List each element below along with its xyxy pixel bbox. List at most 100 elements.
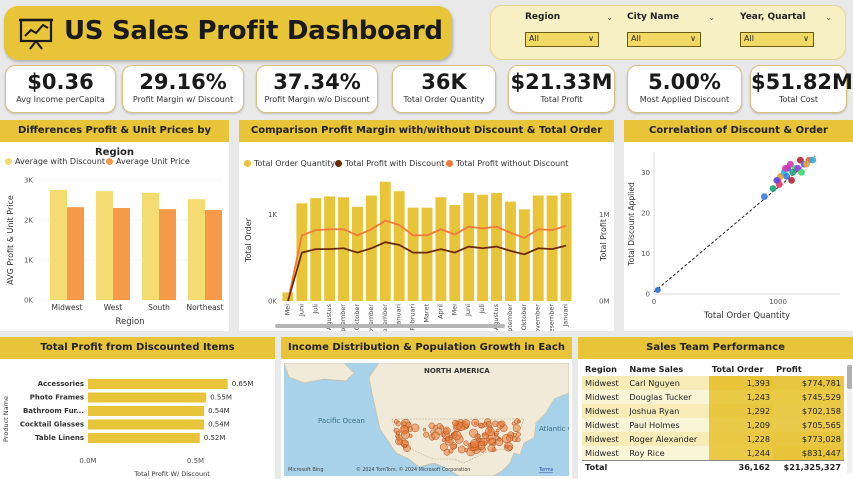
income-population-map[interactable]: NORTH AMERICA Pacific Ocean Atlantic Oce… bbox=[284, 363, 569, 476]
bar-avg-with-discount[interactable] bbox=[50, 190, 67, 300]
panel-title: Differences Profit & Unit Prices by Regi… bbox=[0, 120, 229, 158]
scatter-point[interactable] bbox=[798, 168, 805, 176]
city-marker[interactable] bbox=[423, 431, 430, 438]
map-terms-link[interactable]: Terms bbox=[538, 467, 554, 473]
city-marker[interactable] bbox=[476, 434, 481, 439]
table-row[interactable]: Midwest Roger Alexander 1,228 $773,028 bbox=[582, 432, 844, 446]
bar-discounted-profit[interactable] bbox=[88, 392, 207, 403]
city-marker[interactable] bbox=[461, 419, 471, 428]
city-marker[interactable] bbox=[495, 438, 504, 447]
scatter-point[interactable] bbox=[654, 286, 661, 293]
city-marker[interactable] bbox=[395, 431, 400, 436]
table-row[interactable]: Midwest Paul Holmes 1,209 $705,565 bbox=[582, 418, 844, 432]
city-marker[interactable] bbox=[470, 439, 479, 448]
city-marker[interactable] bbox=[395, 437, 404, 446]
table-row[interactable]: Midwest Douglas Tucker 1,243 $745,529 bbox=[582, 390, 844, 404]
city-marker[interactable] bbox=[499, 420, 506, 427]
city-marker[interactable] bbox=[401, 430, 410, 440]
table-row[interactable]: Midwest Joshua Ryan 1,292 $702,158 bbox=[582, 404, 844, 418]
category-label: Cocktail Glasses bbox=[20, 421, 84, 429]
city-marker[interactable] bbox=[451, 443, 457, 449]
scatter-point[interactable] bbox=[773, 177, 781, 184]
table-cell: Joshua Ryan bbox=[629, 406, 680, 416]
scatter-point[interactable] bbox=[760, 193, 768, 201]
horizontal-scrollbar[interactable] bbox=[275, 324, 505, 328]
city-marker[interactable] bbox=[442, 426, 451, 435]
map-attribution: © 2024 TomTom, © 2024 Microsoft Corporat… bbox=[356, 466, 470, 473]
city-marker[interactable] bbox=[431, 431, 440, 440]
y-tick-label: 20 bbox=[641, 209, 650, 217]
bar-avg-unit-price[interactable] bbox=[67, 207, 84, 300]
trend-line bbox=[653, 155, 816, 293]
year-quartal-filter[interactable]: Year, Quartal ⌄ All ∨ bbox=[740, 12, 832, 47]
column-header[interactable]: Region bbox=[582, 362, 626, 376]
x-tick-label: Juli bbox=[478, 304, 486, 315]
chevron-down-icon[interactable]: ⌄ bbox=[708, 13, 715, 22]
city-marker[interactable] bbox=[517, 419, 521, 424]
city-marker[interactable] bbox=[512, 424, 521, 433]
bar-avg-unit-price[interactable] bbox=[205, 210, 222, 300]
map-logo: Microsoft Bing bbox=[288, 467, 324, 473]
city-marker[interactable] bbox=[493, 431, 499, 437]
scatter-point[interactable] bbox=[769, 185, 777, 192]
dropdown-arrow-icon: ∨ bbox=[803, 34, 809, 43]
bar-avg-with-discount[interactable] bbox=[142, 192, 159, 300]
bar-avg-unit-price[interactable] bbox=[113, 208, 130, 300]
chevron-down-icon[interactable]: ⌄ bbox=[825, 13, 832, 22]
region-filter[interactable]: Region ⌄ All ∨ bbox=[525, 12, 613, 47]
city-marker[interactable] bbox=[485, 421, 492, 428]
bar-discounted-profit[interactable] bbox=[88, 419, 205, 430]
column-header[interactable]: Total Order bbox=[709, 362, 773, 376]
city-filter[interactable]: City Name ⌄ All ∨ bbox=[627, 12, 715, 47]
bar-discounted-profit[interactable] bbox=[88, 379, 228, 389]
city-marker[interactable] bbox=[511, 421, 516, 426]
bar-avg-unit-price[interactable] bbox=[159, 209, 176, 300]
chevron-down-icon[interactable]: ⌄ bbox=[606, 13, 613, 22]
city-marker[interactable] bbox=[452, 419, 459, 427]
scatter-point[interactable] bbox=[782, 164, 789, 172]
table-row[interactable]: Midwest Carl Nguyen 1,393 $774,781 bbox=[582, 376, 844, 390]
bar-order-quantity[interactable] bbox=[352, 206, 363, 301]
city-select[interactable]: All ∨ bbox=[627, 32, 701, 47]
bar-avg-with-discount[interactable] bbox=[188, 199, 205, 300]
city-marker[interactable] bbox=[402, 444, 407, 449]
city-marker[interactable] bbox=[452, 431, 462, 441]
city-marker[interactable] bbox=[463, 440, 469, 446]
year-select[interactable]: All ∨ bbox=[740, 32, 814, 47]
kpi-value: 5.00% bbox=[648, 70, 721, 94]
city-marker[interactable] bbox=[439, 443, 448, 451]
scrollbar-thumb[interactable] bbox=[847, 365, 852, 389]
bar-discounted-profit[interactable] bbox=[88, 433, 200, 443]
city-marker[interactable] bbox=[515, 437, 521, 443]
region-select[interactable]: All ∨ bbox=[525, 32, 599, 47]
data-label: 0.65M bbox=[232, 380, 254, 388]
table-scrollbar[interactable] bbox=[847, 365, 852, 473]
city-marker[interactable] bbox=[492, 420, 499, 428]
bar-order-quantity[interactable] bbox=[421, 207, 433, 301]
city-marker[interactable] bbox=[487, 444, 496, 453]
table-row[interactable]: Midwest Roy Rice 1,244 $831,447 bbox=[582, 446, 844, 460]
bar-order-quantity[interactable] bbox=[407, 207, 419, 301]
city-marker[interactable] bbox=[515, 431, 521, 437]
scatter-point[interactable] bbox=[788, 177, 796, 184]
y-left-tick-label: 0K bbox=[268, 298, 277, 306]
comparison-chart-panel: Comparison Profit Margin with/without Di… bbox=[239, 120, 614, 331]
city-marker[interactable] bbox=[402, 421, 407, 426]
city-marker[interactable] bbox=[445, 436, 451, 442]
city-marker[interactable] bbox=[428, 422, 436, 430]
y-right-axis-title: Total Profit bbox=[599, 219, 608, 262]
city-marker[interactable] bbox=[504, 444, 509, 449]
city-marker[interactable] bbox=[393, 419, 399, 424]
scatter-point[interactable] bbox=[803, 160, 810, 168]
city-marker[interactable] bbox=[448, 448, 454, 454]
column-header[interactable]: Profit bbox=[773, 362, 844, 376]
city-marker[interactable] bbox=[422, 427, 427, 432]
city-marker[interactable] bbox=[506, 434, 514, 442]
column-header[interactable]: Name Sales bbox=[626, 362, 709, 376]
legend-swatch bbox=[5, 158, 12, 165]
scatter-point[interactable] bbox=[809, 156, 817, 164]
bar-discounted-profit[interactable] bbox=[88, 406, 205, 416]
city-marker[interactable] bbox=[477, 422, 484, 429]
city-marker[interactable] bbox=[482, 432, 489, 440]
bar-avg-with-discount[interactable] bbox=[96, 191, 113, 300]
